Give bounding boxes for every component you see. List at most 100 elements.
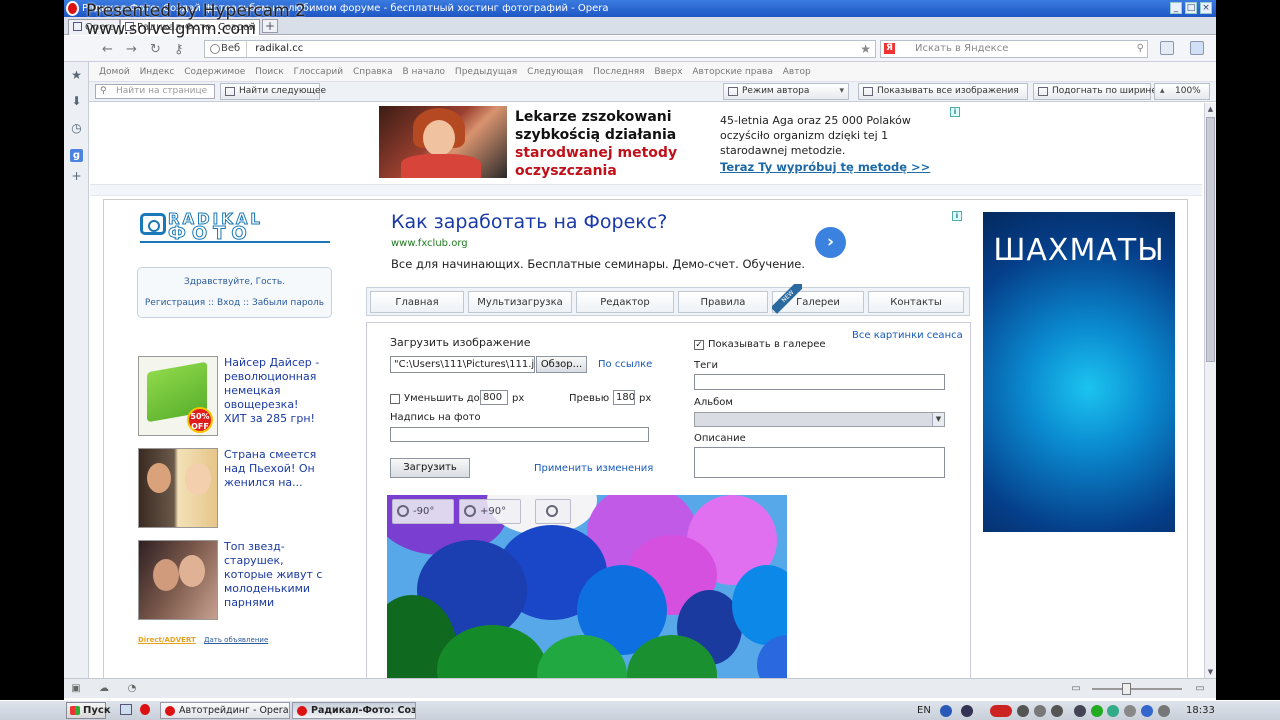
- rotate-left-button[interactable]: -90°: [392, 499, 454, 524]
- ad-cta-link[interactable]: Teraz Ty wypróbuj tę metodę >>: [720, 160, 930, 174]
- top-banner-ad[interactable]: Lekarze zszokowani szybkością działania …: [379, 106, 959, 180]
- preview-size-input[interactable]: 180: [613, 390, 635, 405]
- chess-ad[interactable]: ШАХМАТЫ: [983, 212, 1175, 532]
- by-link-link[interactable]: По ссылке: [598, 359, 652, 370]
- task-radikal-opera[interactable]: Радикал-Фото: Соз...: [292, 702, 416, 719]
- menu-up[interactable]: Вверх: [654, 67, 682, 77]
- tray-icon-7[interactable]: [1107, 705, 1119, 717]
- album-select[interactable]: ▼: [694, 412, 945, 427]
- tray-icon-2[interactable]: [1017, 705, 1029, 717]
- fit-width-button[interactable]: Подогнать по ширине: [1033, 83, 1157, 100]
- language-indicator[interactable]: EN: [917, 701, 931, 720]
- tray-icon-8[interactable]: [1124, 705, 1136, 717]
- tray-icon-5[interactable]: [1074, 705, 1086, 717]
- url-text[interactable]: radikal.cc: [247, 43, 303, 54]
- scroll-up-icon[interactable]: ▲: [1205, 103, 1216, 115]
- find-input[interactable]: Найти на странице: [95, 84, 215, 99]
- speed-dial-icon[interactable]: ◔: [126, 683, 138, 694]
- menu-next[interactable]: Следующая: [527, 67, 583, 77]
- chess-ad-title[interactable]: ШАХМАТЫ: [983, 234, 1175, 268]
- history-clock-icon[interactable]: ◷: [70, 122, 83, 135]
- menu-contents[interactable]: Содержимое: [184, 67, 245, 77]
- volume-icon[interactable]: [1158, 705, 1170, 717]
- menu-top[interactable]: В начало: [403, 67, 446, 77]
- scroll-thumb[interactable]: [1206, 117, 1215, 362]
- desktop-icon[interactable]: [120, 704, 132, 715]
- caption-input[interactable]: [390, 427, 649, 442]
- forex-ad-info-icon[interactable]: i: [952, 211, 962, 221]
- author-mode-select[interactable]: Режим автора ▾: [723, 83, 849, 100]
- tab-editor[interactable]: Редактор: [576, 291, 674, 313]
- search-field[interactable]: Я Искать в Яндексе ⚲: [880, 40, 1148, 58]
- turbo-cloud-icon[interactable]: ☁: [98, 683, 110, 694]
- ad-description[interactable]: 45-letnia Aga oraz 25 000 Polaków oczyśc…: [720, 113, 940, 158]
- back-icon[interactable]: ←: [102, 42, 113, 57]
- find-next-button[interactable]: Найти следующее: [220, 83, 326, 100]
- tray-icon-3[interactable]: [1034, 705, 1046, 717]
- tray-icon-1[interactable]: [961, 705, 973, 717]
- menu-home[interactable]: Домой: [99, 67, 130, 77]
- apply-changes-link[interactable]: Применить изменения: [534, 463, 653, 474]
- tags-input[interactable]: [694, 374, 945, 390]
- url-field[interactable]: Веб radikal.cc ★: [204, 40, 876, 58]
- show-in-gallery-checkbox[interactable]: ✓: [694, 340, 704, 350]
- side-ad-3[interactable]: Топ звезд-старушек, которые живут с моло…: [138, 540, 328, 620]
- menu-last[interactable]: Последняя: [593, 67, 644, 77]
- all-session-images-link[interactable]: Все картинки сеанса: [852, 330, 963, 341]
- menu-glossary[interactable]: Глоссарий: [294, 67, 344, 77]
- zoom-slider[interactable]: [1092, 683, 1182, 695]
- key-icon[interactable]: ⚷: [174, 42, 184, 57]
- menu-search[interactable]: Поиск: [255, 67, 284, 77]
- tray-icon-6[interactable]: [1091, 705, 1103, 717]
- auth-links[interactable]: Регистрация :: Вход :: Забыли пароль: [138, 298, 331, 308]
- upload-button[interactable]: Загрузить: [390, 458, 470, 478]
- maximize-icon[interactable]: □: [1185, 2, 1197, 14]
- menu-previous[interactable]: Предыдущая: [455, 67, 517, 77]
- download-icon[interactable]: [1190, 41, 1204, 55]
- vertical-scrollbar[interactable]: ▲ ▼: [1204, 103, 1216, 678]
- arrow-right-icon[interactable]: ›: [815, 227, 846, 258]
- forex-ad[interactable]: Как заработать на Форекс? www.fxclub.org…: [391, 211, 971, 273]
- ad-info-icon[interactable]: i: [950, 107, 960, 117]
- network-icon[interactable]: [1141, 705, 1153, 717]
- browse-button[interactable]: Обзор...: [536, 356, 587, 373]
- panel-toggle-icon[interactable]: ▣: [70, 683, 82, 694]
- zoom-select[interactable]: ▴ 100%: [1154, 83, 1210, 100]
- close-icon[interactable]: ×: [1200, 2, 1212, 14]
- help-icon[interactable]: [940, 705, 952, 717]
- zoom-slider-handle[interactable]: [1122, 683, 1131, 695]
- reload-icon[interactable]: ↻: [150, 42, 161, 57]
- file-path-input[interactable]: "C:\Users\111\Pictures\111.jp: [390, 356, 535, 373]
- direct-advert-link[interactable]: Direct/ADVERT: [138, 636, 196, 644]
- tab-multiupload[interactable]: Мультизагрузка: [468, 291, 572, 313]
- stars-ad-image[interactable]: [138, 540, 218, 620]
- google-icon[interactable]: g: [70, 149, 83, 162]
- minimize-icon[interactable]: _: [1170, 2, 1182, 14]
- ad-photo[interactable]: [379, 106, 507, 178]
- recording-icon[interactable]: [990, 705, 1012, 717]
- tab-contacts[interactable]: Контакты: [868, 291, 964, 313]
- forex-ad-title[interactable]: Как заработать на Форекс?: [391, 211, 667, 233]
- place-ad-link[interactable]: Дать объявление: [204, 636, 268, 644]
- ad-headline[interactable]: Lekarze zszokowani szybkością działania …: [515, 108, 715, 180]
- forward-icon[interactable]: →: [126, 42, 137, 57]
- tray-icon-4[interactable]: [1051, 705, 1063, 717]
- menu-help[interactable]: Справка: [353, 67, 393, 77]
- add-panel-icon[interactable]: +: [70, 170, 83, 183]
- view-icon[interactable]: ▭: [1070, 683, 1082, 694]
- side-ad-1-text[interactable]: Найсер Дайсер - революционная немецкая о…: [224, 356, 324, 426]
- opera-quicklaunch-icon[interactable]: [140, 704, 150, 715]
- side-ad-2-text[interactable]: Страна смеется над Пьехой! Он женился на…: [224, 448, 324, 490]
- slicer-ad-image[interactable]: 50% OFF: [138, 356, 218, 436]
- menu-author[interactable]: Автор: [783, 67, 811, 77]
- forex-ad-url[interactable]: www.fxclub.org: [391, 238, 468, 249]
- reduce-size-input[interactable]: 800: [480, 390, 508, 405]
- celebrity-ad-image[interactable]: [138, 448, 218, 528]
- side-ad-1[interactable]: 50% OFF Найсер Дайсер - революционная не…: [138, 356, 328, 436]
- task-autotrading-opera[interactable]: Автотрейдинг - Opera: [160, 702, 290, 719]
- url-scope-label[interactable]: Веб: [209, 41, 248, 57]
- search-icon[interactable]: ⚲: [1137, 41, 1144, 57]
- start-button[interactable]: Пуск: [66, 702, 111, 719]
- tab-rules[interactable]: Правила: [678, 291, 768, 313]
- statusbar-menu-icon[interactable]: ▭: [1194, 683, 1206, 694]
